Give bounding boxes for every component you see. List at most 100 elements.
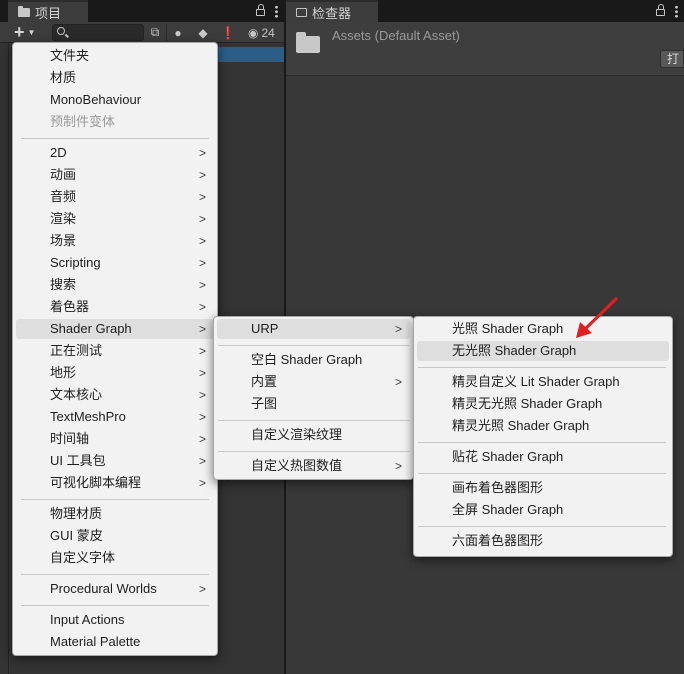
menu-separator (21, 605, 209, 606)
menu-item-six-way-shader-graph[interactable]: 六面着色器图形 (417, 531, 669, 551)
hidden-packages-toggle[interactable]: ◉ 24 (248, 23, 275, 42)
menu-item-prefab-variant: 预制件变体 (50, 114, 116, 129)
search-input[interactable] (52, 24, 144, 41)
urp-submenu: 光照 Shader Graph 无光照 Shader Graph 精灵自定义 L… (413, 316, 673, 557)
shader-graph-submenu: URP > 空白 Shader Graph 内置 > 子图 自定义渲染纹理 自定义热… (213, 316, 414, 480)
chevron-right-icon: > (198, 190, 206, 204)
menu-separator (21, 574, 209, 575)
chevron-right-icon: > (198, 300, 206, 314)
chevron-right-icon: > (198, 344, 206, 358)
menu-item-custom-font[interactable]: 自定义字体 (16, 548, 214, 568)
menu-item-canvas-shader-graph[interactable]: 画布着色器图形 (417, 478, 669, 498)
menu-item-builtin[interactable]: 内置 > (217, 372, 410, 392)
chevron-right-icon: > (198, 234, 206, 248)
chevron-right-icon: > (198, 432, 206, 446)
menu-separator (418, 526, 666, 527)
menu-item-material[interactable]: 材质 (16, 68, 214, 88)
menu-item-sprite-unlit[interactable]: 精灵无光照 Shader Graph (417, 394, 669, 414)
menu-item-rendering[interactable]: 渲染 > (16, 209, 214, 229)
menu-item-2d[interactable]: 2D > (16, 143, 214, 163)
chevron-right-icon: > (394, 322, 402, 336)
menu-item-search[interactable]: 搜索 > (16, 275, 214, 295)
chevron-right-icon: > (198, 322, 206, 336)
menu-item-text-core[interactable]: 文本核心 > (16, 385, 214, 405)
menu-item-timeline[interactable]: 时间轴 > (16, 429, 214, 449)
search-by-type-icon[interactable]: ⧉ (146, 24, 164, 41)
more-options-icon[interactable] (275, 5, 278, 18)
menu-item-visual-scripting[interactable]: 可视化脚本编程 > (16, 473, 214, 493)
menu-item-sprite-custom-lit[interactable]: 精灵自定义 Lit Shader Graph (417, 372, 669, 392)
create-menu: 文件夹 材质 MonoBehaviour 预制件变体 2D > 动画 > 音频 > 渲… (12, 42, 218, 656)
menu-separator (218, 451, 409, 452)
menu-item-terrain[interactable]: 地形 > (16, 363, 214, 383)
menu-separator (418, 367, 666, 368)
red-arrow-annotation (576, 297, 618, 338)
plus-icon: + (14, 22, 25, 42)
menu-item-textmeshpro[interactable]: TextMeshPro > (16, 407, 214, 427)
inspector-tab-tools (656, 3, 678, 18)
folder-icon (296, 32, 320, 53)
menu-item-custom-heatmap-values[interactable]: 自定义热图数值 > (217, 456, 410, 476)
menu-separator (418, 473, 666, 474)
menu-item-scene[interactable]: 场景 > (16, 231, 214, 251)
lock-icon[interactable] (256, 4, 265, 16)
menu-item-audio[interactable]: 音频 > (16, 187, 214, 207)
menu-item-material-palette[interactable]: Material Palette (16, 632, 214, 652)
project-tab-tools (256, 3, 278, 18)
menu-item-custom-render-texture[interactable]: 自定义渲染纹理 (217, 425, 410, 445)
inspector-tab-bar: 检查器 (286, 0, 684, 22)
menu-item-scripting[interactable]: Scripting > (16, 253, 214, 273)
menu-item-input-actions[interactable]: Input Actions (16, 610, 214, 630)
menu-item-decal-shader-graph[interactable]: 贴花 Shader Graph (417, 447, 669, 467)
menu-separator (21, 138, 209, 139)
menu-item-subgraph[interactable]: 子图 (217, 394, 410, 414)
menu-item-sprite-lit[interactable]: 精灵光照 Shader Graph (417, 416, 669, 436)
chevron-right-icon: > (198, 278, 206, 292)
selected-asset-row[interactable] (210, 47, 284, 62)
chevron-right-icon: > (198, 476, 206, 490)
open-button[interactable]: 打 (660, 50, 684, 68)
folder-icon (18, 5, 30, 17)
tab-project[interactable]: 项目 (8, 0, 88, 22)
toolbar-divider (166, 24, 167, 41)
menu-item-fullscreen-shader-graph[interactable]: 全屏 Shader Graph (417, 500, 669, 520)
menu-item-monobehaviour[interactable]: MonoBehaviour (16, 90, 214, 110)
menu-item-gui-skin[interactable]: GUI 蒙皮 (16, 526, 214, 546)
menu-item-ui-toolkit[interactable]: UI 工具包 > (16, 451, 214, 471)
search-icon (57, 27, 65, 35)
chevron-right-icon: > (394, 459, 402, 473)
menu-item-blank-shader-graph[interactable]: 空白 Shader Graph (217, 350, 410, 370)
tab-project-label: 项目 (35, 5, 62, 21)
filter-by-type-icon[interactable]: ● (169, 24, 187, 41)
lock-icon[interactable] (656, 4, 665, 16)
inspector-icon (296, 7, 307, 17)
menu-item-urp[interactable]: URP > (217, 319, 410, 339)
menu-item-procedural-worlds[interactable]: Procedural Worlds > (16, 579, 214, 599)
chevron-right-icon: > (394, 375, 402, 389)
project-tab-bar: 项目 (0, 0, 284, 22)
menu-item-testing[interactable]: 正在测试 > (16, 341, 214, 361)
menu-item-folder[interactable]: 文件夹 (16, 46, 214, 66)
inspector-title: Assets (Default Asset) (332, 28, 460, 43)
chevron-right-icon: > (198, 168, 206, 182)
tab-inspector-label: 检查器 (312, 5, 352, 21)
menu-separator (418, 442, 666, 443)
menu-separator (218, 345, 409, 346)
more-options-icon[interactable] (675, 5, 678, 18)
menu-item-unlit-shader-graph[interactable]: 无光照 Shader Graph (417, 341, 669, 361)
menu-item-shader-graph[interactable]: Shader Graph > (16, 319, 214, 339)
create-asset-button[interactable]: + ▼ (10, 22, 44, 42)
tab-inspector[interactable]: 检查器 (286, 0, 378, 22)
menu-item-shader[interactable]: 着色器 > (16, 297, 214, 317)
chevron-down-icon: ▼ (27, 27, 36, 37)
chevron-right-icon: > (198, 212, 206, 226)
menu-item-animation[interactable]: 动画 > (16, 165, 214, 185)
menu-item-lit-shader-graph[interactable]: 光照 Shader Graph (417, 319, 669, 339)
chevron-right-icon: > (198, 454, 206, 468)
menu-item-physics-material[interactable]: 物理材质 (16, 504, 214, 524)
eye-icon: ◉ (248, 25, 259, 40)
label-tag-icon[interactable]: ◆ (194, 24, 212, 41)
visible-count: 24 (261, 25, 275, 40)
warning-icon[interactable]: ❗ (219, 24, 237, 41)
chevron-right-icon: > (198, 256, 206, 270)
